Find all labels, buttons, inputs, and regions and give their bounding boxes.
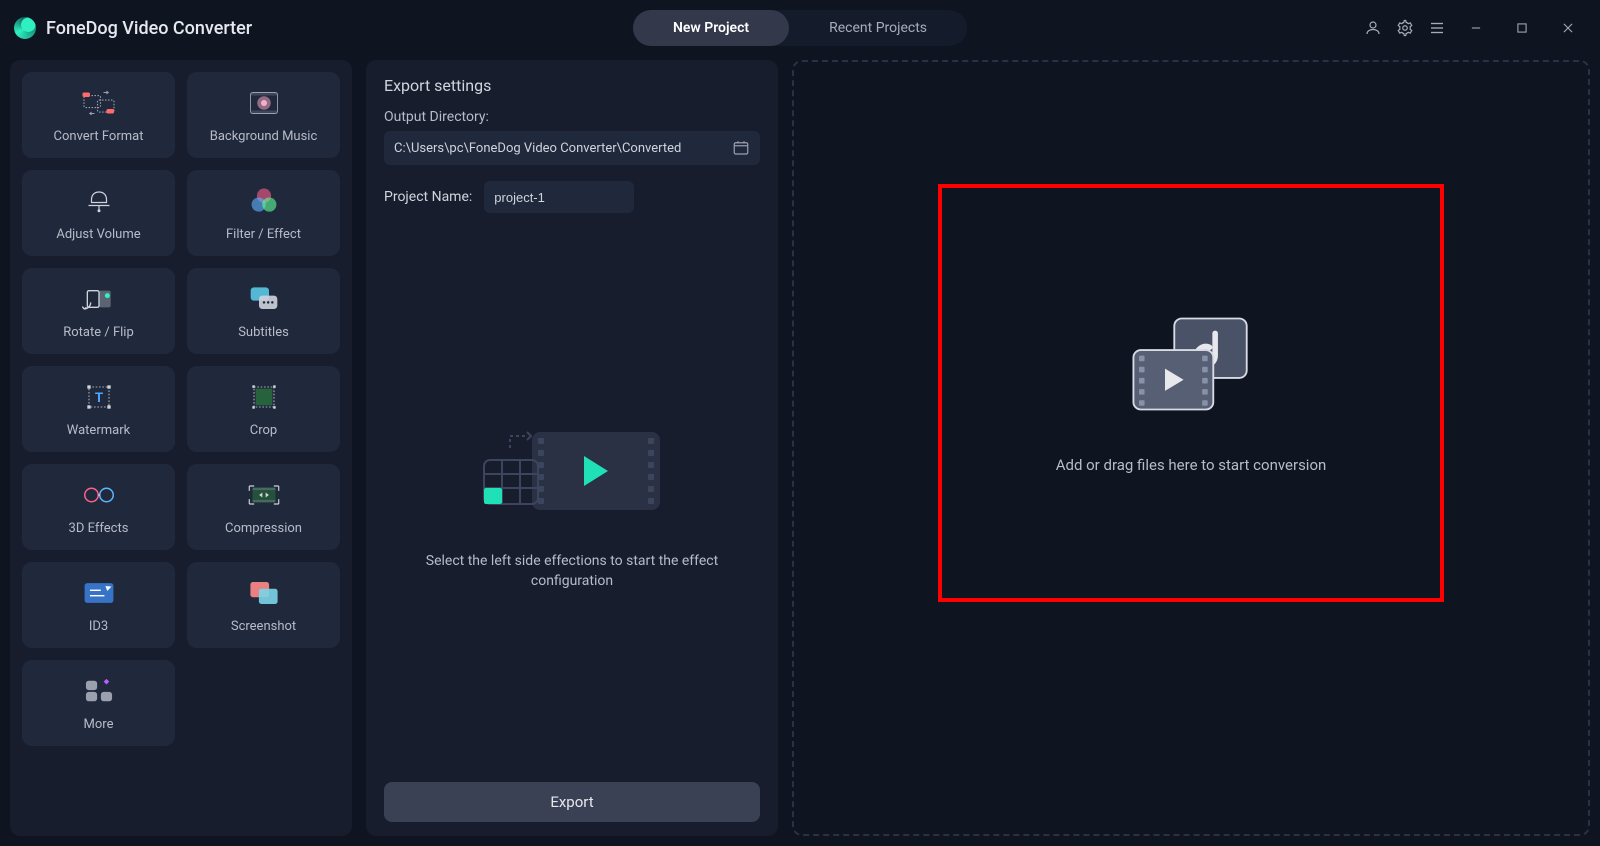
app-title: FoneDog Video Converter [46,18,252,39]
project-name-input[interactable] [484,181,634,213]
subtitles-icon [246,283,282,315]
tool-3d-effects[interactable]: 3D Effects [22,464,175,550]
tool-filter-effect[interactable]: Filter / Effect [187,170,340,256]
more-icon [81,675,117,707]
svg-text:T: T [94,391,102,406]
tool-rotate-flip[interactable]: Rotate / Flip [22,268,175,354]
effect-config-placeholder: Select the left side effections to start… [376,223,768,776]
project-name-row: Project Name: [384,181,760,213]
output-directory-value: C:\Users\pc\FoneDog Video Converter\Conv… [394,141,724,156]
export-button[interactable]: Export [384,782,760,822]
screenshot-icon [246,577,282,609]
dropzone-text: Add or drag files here to start conversi… [1056,456,1327,474]
tool-background-music[interactable]: Background Music [187,72,340,158]
background-music-icon [246,87,282,119]
watermark-icon: T [81,381,117,413]
browse-folder-icon[interactable] [732,139,750,157]
tools-sidebar: Convert Format Background Music Adjust V… [10,60,352,836]
tool-screenshot[interactable]: Screenshot [187,562,340,648]
tool-crop[interactable]: Crop [187,366,340,452]
3d-effects-icon [81,479,117,511]
dropzone-highlight: Add or drag files here to start conversi… [938,184,1444,602]
tool-label: ID3 [89,619,108,634]
tool-adjust-volume[interactable]: Adjust Volume [22,170,175,256]
tool-id3[interactable]: ID3 [22,562,175,648]
output-directory-label: Output Directory: [376,103,768,129]
crop-icon [246,381,282,413]
tool-label: Adjust Volume [56,227,140,242]
project-name-label: Project Name: [384,189,472,205]
tab-new-project[interactable]: New Project [633,10,789,46]
tool-watermark[interactable]: T Watermark [22,366,175,452]
tool-label: Subtitles [238,325,289,340]
effect-config-illustration-icon [472,408,672,528]
close-icon[interactable] [1552,12,1584,44]
file-dropzone[interactable]: Add or drag files here to start conversi… [792,60,1590,836]
account-icon[interactable] [1364,19,1382,37]
output-directory-field[interactable]: C:\Users\pc\FoneDog Video Converter\Conv… [384,131,760,165]
tool-label: Filter / Effect [226,227,301,242]
maximize-icon[interactable] [1506,12,1538,44]
tool-label: Compression [225,521,302,536]
rotate-flip-icon [81,283,117,315]
effect-config-hint: Select the left side effections to start… [417,552,727,591]
convert-format-icon [81,87,117,119]
main-content: Convert Format Background Music Adjust V… [0,56,1600,846]
view-tabs: New Project Recent Projects [633,10,967,46]
export-settings-panel: Export settings Output Directory: C:\Use… [366,60,778,836]
settings-icon[interactable] [1396,19,1414,37]
compression-icon [246,479,282,511]
tool-label: Rotate / Flip [63,325,134,340]
menu-icon[interactable] [1428,19,1446,37]
tool-label: Convert Format [54,129,144,144]
tool-subtitles[interactable]: Subtitles [187,268,340,354]
window-controls [1364,12,1590,44]
export-settings-title: Export settings [384,76,760,95]
app-logo-icon [14,17,36,39]
filter-effect-icon [246,185,282,217]
tool-label: Background Music [210,129,318,144]
media-files-icon [1126,312,1256,416]
minimize-icon[interactable] [1460,12,1492,44]
tool-convert-format[interactable]: Convert Format [22,72,175,158]
tool-compression[interactable]: Compression [187,464,340,550]
app-brand: FoneDog Video Converter [14,17,252,39]
adjust-volume-icon [81,185,117,217]
tool-label: Crop [250,423,277,438]
tool-label: More [84,717,114,732]
titlebar: FoneDog Video Converter New Project Rece… [0,0,1600,56]
tool-more[interactable]: More [22,660,175,746]
tool-label: Screenshot [231,619,296,634]
id3-icon [81,577,117,609]
tab-recent-projects[interactable]: Recent Projects [789,10,967,46]
tool-label: Watermark [67,423,130,438]
tool-label: 3D Effects [69,521,129,536]
